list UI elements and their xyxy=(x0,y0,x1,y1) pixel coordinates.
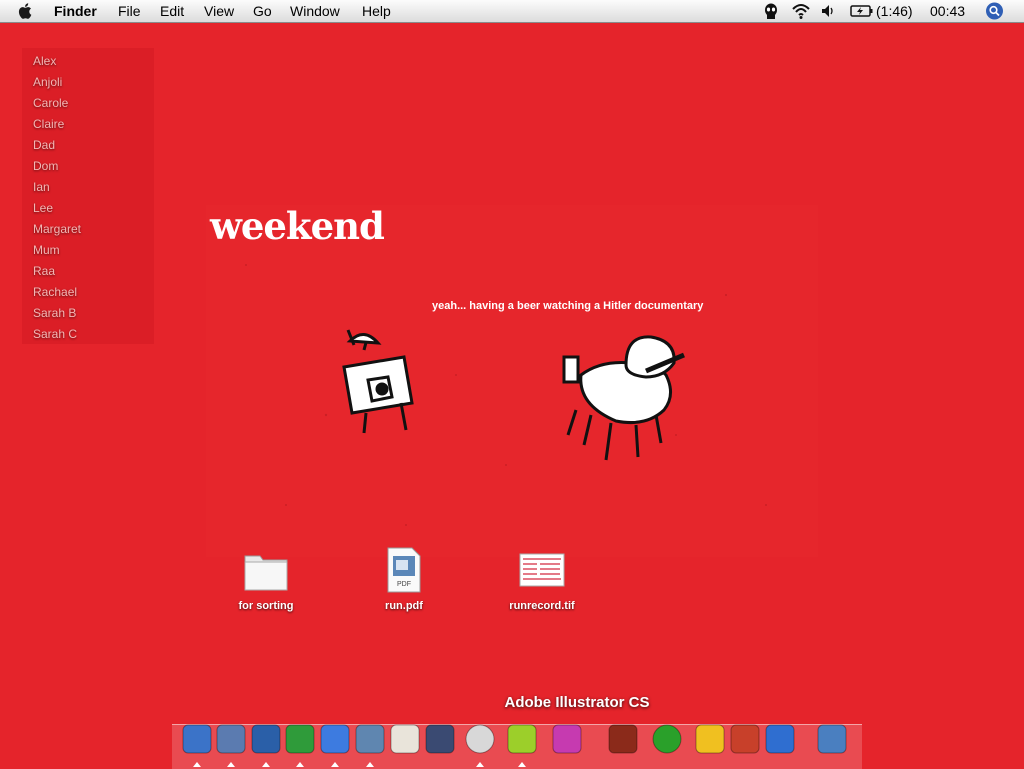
utility-icon[interactable] xyxy=(728,722,762,756)
wifi-icon[interactable] xyxy=(791,2,811,20)
itunes-icon[interactable] xyxy=(463,722,497,756)
battery-icon[interactable] xyxy=(850,2,874,20)
spotlight-icon[interactable] xyxy=(985,2,1004,20)
desktop-picture xyxy=(206,205,818,557)
tif-image-icon xyxy=(519,553,565,587)
desktop-item-run-pdf[interactable]: PDF run.pdf xyxy=(354,546,454,612)
running-indicator xyxy=(518,762,526,767)
picture-title: weekend xyxy=(210,204,385,248)
name-item[interactable]: Lee xyxy=(33,201,53,215)
ichat-icon[interactable] xyxy=(318,722,352,756)
desktop-item-for-sorting[interactable]: for sorting xyxy=(216,546,316,612)
desktop-item-label: for sorting xyxy=(238,600,294,612)
illustrator-icon[interactable] xyxy=(606,722,640,756)
folder-icon xyxy=(244,555,288,591)
menu-finder[interactable]: Finder xyxy=(54,2,97,20)
dock-hover-label: Adobe Illustrator CS xyxy=(504,694,650,711)
pdf-icon: PDF xyxy=(387,547,421,593)
textedit-icon[interactable] xyxy=(388,722,422,756)
name-item[interactable]: Raa xyxy=(33,264,55,278)
name-item[interactable]: Margaret xyxy=(33,222,81,236)
name-item[interactable]: Carole xyxy=(33,96,68,110)
desktop-item-label: runrecord.tif xyxy=(509,600,575,612)
name-item[interactable]: Dom xyxy=(33,159,58,173)
dreamweaver-icon[interactable] xyxy=(650,722,684,756)
apple-menu-icon[interactable] xyxy=(17,2,35,20)
menu-bar: Finder File Edit View Go Window Help (1:… xyxy=(0,0,1024,23)
name-item[interactable]: Dad xyxy=(33,138,55,152)
volume-icon[interactable] xyxy=(821,2,835,20)
name-item[interactable]: Anjoli xyxy=(33,75,62,89)
stuffit-icon[interactable] xyxy=(693,722,727,756)
desktop-item-runrecord-tif[interactable]: runrecord.tif xyxy=(492,546,592,612)
desktop-item-label: run.pdf xyxy=(385,600,423,612)
name-item[interactable]: Mum xyxy=(33,243,60,257)
running-indicator xyxy=(296,762,304,767)
name-item[interactable]: Ian xyxy=(33,180,50,194)
name-item[interactable]: Claire xyxy=(33,117,64,131)
ticket-icon[interactable] xyxy=(505,722,539,756)
trash-icon[interactable] xyxy=(815,722,849,756)
pen-icon[interactable] xyxy=(423,722,457,756)
name-item[interactable]: Rachael xyxy=(33,285,77,299)
name-item[interactable]: Sarah B xyxy=(33,306,76,320)
running-indicator xyxy=(227,762,235,767)
iphoto-icon[interactable] xyxy=(353,722,387,756)
name-item[interactable]: Alex xyxy=(33,54,56,68)
adium-icon[interactable] xyxy=(283,722,317,756)
pdf-badge: PDF xyxy=(397,581,411,588)
menu-clock[interactable]: 00:43 xyxy=(930,2,965,20)
alien-icon[interactable] xyxy=(762,2,780,20)
menu-file[interactable]: File xyxy=(118,2,141,20)
menu-edit[interactable]: Edit xyxy=(160,2,184,20)
eraser-icon[interactable] xyxy=(550,722,584,756)
safari-icon[interactable] xyxy=(249,722,283,756)
running-indicator xyxy=(262,762,270,767)
battery-time[interactable]: (1:46) xyxy=(876,2,913,20)
running-indicator xyxy=(331,762,339,767)
mail-icon[interactable] xyxy=(214,722,248,756)
finder-icon[interactable] xyxy=(180,722,214,756)
name-item[interactable]: Sarah C xyxy=(33,327,77,341)
bluetooth-icon[interactable] xyxy=(763,722,797,756)
running-indicator xyxy=(366,762,374,767)
sketch-illustration xyxy=(245,264,767,526)
menu-window[interactable]: Window xyxy=(290,2,340,20)
picture-caption: yeah... having a beer watching a Hitler … xyxy=(432,300,704,312)
running-indicator xyxy=(193,762,201,767)
running-indicator xyxy=(476,762,484,767)
name-list xyxy=(22,48,154,344)
menu-go[interactable]: Go xyxy=(253,2,272,20)
menu-view[interactable]: View xyxy=(204,2,234,20)
menu-help[interactable]: Help xyxy=(362,2,391,20)
